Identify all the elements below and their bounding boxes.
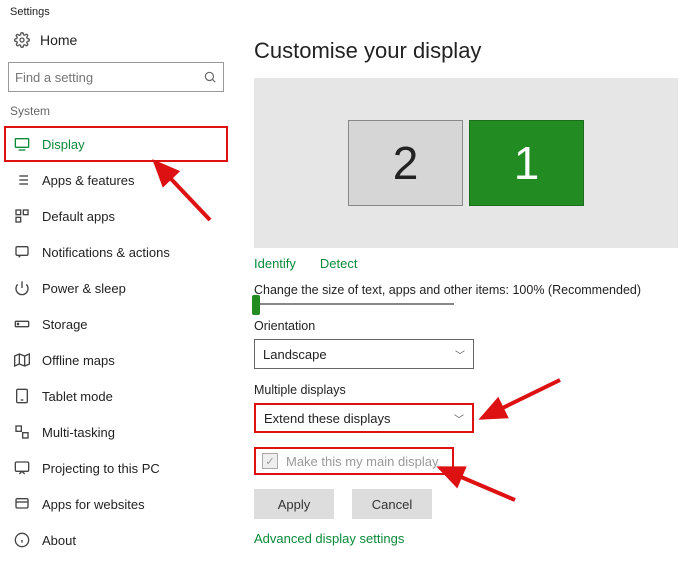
sidebar-item-label: Notifications & actions [42, 245, 170, 260]
power-icon [14, 280, 30, 296]
slider-thumb[interactable] [252, 295, 260, 315]
sidebar-item-apps-websites[interactable]: Apps for websites [6, 486, 226, 522]
sidebar-item-label: Apps for websites [42, 497, 145, 512]
orientation-dropdown[interactable]: Landscape ﹀ [254, 339, 474, 369]
multitask-icon [14, 424, 30, 440]
main-display-checkbox: ✓ Make this my main display [254, 447, 454, 475]
advanced-display-settings-link[interactable]: Advanced display settings [254, 531, 678, 546]
defaults-icon [14, 208, 30, 224]
tablet-icon [14, 388, 30, 404]
sidebar-item-tablet-mode[interactable]: Tablet mode [6, 378, 226, 414]
detect-link[interactable]: Detect [320, 256, 358, 271]
sidebar-item-offline-maps[interactable]: Offline maps [6, 342, 226, 378]
sidebar-item-label: Default apps [42, 209, 115, 224]
projecting-icon [14, 460, 30, 476]
chat-icon [14, 244, 30, 260]
sidebar-item-label: Apps & features [42, 173, 135, 188]
apply-button[interactable]: Apply [254, 489, 334, 519]
sidebar-item-about[interactable]: About [6, 522, 226, 558]
chevron-down-icon: ﹀ [454, 411, 464, 426]
monitor-1[interactable]: 1 [469, 120, 584, 206]
sidebar-item-label: Display [42, 137, 85, 152]
sidebar-item-label: Offline maps [42, 353, 115, 368]
sidebar-item-multitasking[interactable]: Multi-tasking [6, 414, 226, 450]
search-input[interactable] [15, 70, 203, 85]
page-title: Customise your display [254, 38, 678, 64]
multi-displays-value: Extend these displays [264, 411, 390, 426]
sidebar-item-projecting[interactable]: Projecting to this PC [6, 450, 226, 486]
orientation-value: Landscape [263, 347, 327, 362]
monitor-icon [14, 136, 30, 152]
scale-slider[interactable] [254, 303, 678, 305]
list-icon [14, 172, 30, 188]
sidebar-item-default-apps[interactable]: Default apps [6, 198, 226, 234]
apps-websites-icon [14, 496, 30, 512]
sidebar-item-label: Storage [42, 317, 88, 332]
multi-displays-dropdown[interactable]: Extend these displays ﹀ [254, 403, 474, 433]
chevron-down-icon: ﹀ [455, 347, 465, 362]
sidebar-item-power[interactable]: Power & sleep [6, 270, 226, 306]
display-arrangement[interactable]: 2 1 [254, 78, 678, 248]
map-icon [14, 352, 30, 368]
identify-link[interactable]: Identify [254, 256, 296, 271]
window-title: Settings [0, 0, 700, 20]
multi-displays-label: Multiple displays [254, 383, 678, 397]
search-input-wrapper[interactable] [8, 62, 224, 92]
sidebar-item-storage[interactable]: Storage [6, 306, 226, 342]
orientation-label: Orientation [254, 319, 678, 333]
sidebar-item-label: About [42, 533, 76, 548]
sidebar-item-label: Tablet mode [42, 389, 113, 404]
sidebar-item-display[interactable]: Display [4, 126, 228, 162]
home-button[interactable]: Home [6, 24, 226, 56]
monitor-2[interactable]: 2 [348, 120, 463, 206]
sidebar-item-label: Multi-tasking [42, 425, 115, 440]
sidebar-item-apps-features[interactable]: Apps & features [6, 162, 226, 198]
info-icon [14, 532, 30, 548]
scale-label: Change the size of text, apps and other … [254, 283, 678, 297]
sidebar: Home System Display Apps & features Defa… [0, 20, 232, 558]
checkbox-icon: ✓ [262, 453, 278, 469]
home-label: Home [40, 32, 77, 48]
sidebar-section-label: System [6, 104, 226, 126]
sidebar-item-notifications[interactable]: Notifications & actions [6, 234, 226, 270]
storage-icon [14, 316, 30, 332]
cancel-button[interactable]: Cancel [352, 489, 432, 519]
main-display-label: Make this my main display [286, 454, 438, 469]
main-content: Customise your display 2 1 Identify Dete… [232, 20, 700, 558]
gear-icon [14, 32, 30, 48]
sidebar-item-label: Projecting to this PC [42, 461, 160, 476]
sidebar-item-label: Power & sleep [42, 281, 126, 296]
search-icon [203, 70, 217, 84]
